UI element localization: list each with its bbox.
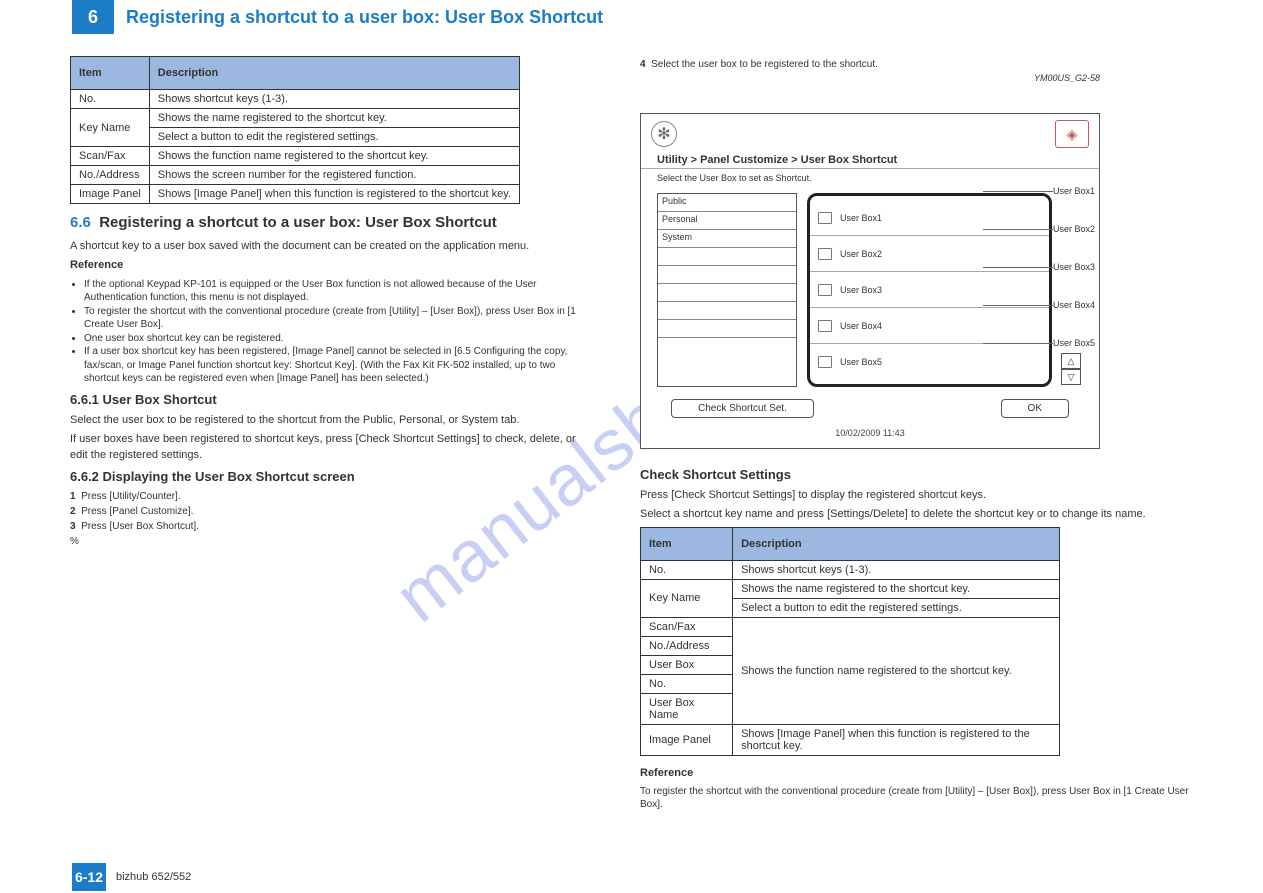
section-6-6-heading: 6.6 Registering a shortcut to a user box… [70, 214, 590, 231]
panel-tagline: Select the User Box to set as Shortcut. [641, 169, 1099, 187]
callout: User Box5 [1053, 324, 1193, 362]
box-type-list[interactable]: Public Personal System [657, 193, 797, 387]
reference-label-right: Reference [640, 766, 1190, 781]
reference-text-right: To register the shortcut with the conven… [640, 785, 1190, 811]
table-row: No.Shows shortcut keys (1-3). [641, 560, 1060, 579]
figure-memo: YM00US_G2-58 [640, 73, 1190, 83]
folder-icon [818, 284, 832, 296]
list-item[interactable]: System [658, 230, 796, 248]
page-header: 6 Registering a shortcut to a user box: … [72, 0, 1263, 34]
step-1: 1 Press [Utility/Counter]. [70, 490, 590, 503]
folder-icon [818, 212, 832, 224]
reference-label: Reference [70, 258, 590, 273]
list-item[interactable] [658, 302, 796, 320]
callout: User Box4 [1053, 286, 1193, 324]
panel-timestamp: 10/02/2009 11:43 [641, 424, 1099, 438]
list-item: One user box shortcut key can be registe… [84, 332, 590, 346]
folder-row[interactable]: User Box1 [810, 200, 1049, 236]
th-item: Item [71, 57, 150, 90]
callout: User Box2 [1053, 210, 1193, 248]
subsection-6-6-1: 6.6.1 User Box Shortcut [70, 392, 590, 407]
footer-page-number: 6-12 [72, 863, 106, 891]
table-row: Key NameShows the name registered to the… [641, 579, 1060, 598]
star-icon: ✻ [651, 121, 677, 147]
subsection-p1: Select the user box to be registered to … [70, 413, 590, 428]
step-3: 3 Press [User Box Shortcut]. [70, 520, 590, 533]
subsection-6-6-2: 6.6.2 Displaying the User Box Shortcut s… [70, 469, 590, 484]
list-item[interactable] [658, 284, 796, 302]
table-row: Scan/FaxShows the function name register… [71, 147, 520, 166]
section-number-box: 6 [72, 0, 114, 34]
callout-group: User Box1 User Box2 User Box3 User Box4 … [1053, 172, 1193, 362]
folder-row[interactable]: User Box4 [810, 308, 1049, 344]
table-row: Key NameShows the name registered to the… [71, 109, 520, 128]
folder-list: User Box1 User Box2 User Box3 User Box4 … [807, 193, 1052, 387]
subsection-p2: If user boxes have been registered to sh… [70, 432, 590, 463]
callout: User Box1 [1053, 172, 1193, 210]
folder-icon [818, 248, 832, 260]
cube-icon[interactable]: ◈ [1055, 120, 1089, 148]
table-row: Scan/FaxShows the function name register… [641, 617, 1060, 636]
table-row: No.Shows shortcut keys (1-3). [71, 90, 520, 109]
check-shortcut-button[interactable]: Check Shortcut Set. [671, 399, 814, 418]
table-row: Image PanelShows [Image Panel] when this… [641, 724, 1060, 755]
check-p1: Press [Check Shortcut Settings] to displ… [640, 488, 1190, 503]
panel-breadcrumb: Utility > Panel Customize > User Box Sho… [641, 154, 1099, 169]
check-p2: Select a shortcut key name and press [Se… [640, 507, 1190, 522]
list-item[interactable] [658, 320, 796, 338]
folder-icon [818, 320, 832, 332]
list-item[interactable]: Public [658, 194, 796, 212]
th-desc: Description [733, 527, 1060, 560]
step-4: 4 Select the user box to be registered t… [640, 58, 1190, 71]
table-row: No./AddressShows the screen number for t… [71, 166, 520, 185]
folder-row[interactable]: User Box5 [810, 344, 1049, 380]
reference-list: If the optional Keypad KP-101 is equippe… [84, 278, 590, 386]
arrow-hint: % [70, 535, 590, 548]
header-title: Registering a shortcut to a user box: Us… [126, 7, 603, 28]
list-item[interactable] [658, 266, 796, 284]
step-2: 2 Press [Panel Customize]. [70, 505, 590, 518]
shortcut-table-right: ItemDescription No.Shows shortcut keys (… [640, 527, 1060, 756]
footer-product: bizhub 652/552 [116, 871, 191, 883]
table-row: Image PanelShows [Image Panel] when this… [71, 185, 520, 204]
check-shortcut-heading: Check Shortcut Settings [640, 467, 1190, 482]
list-item[interactable] [658, 248, 796, 266]
device-panel: ✻ ◈ Utility > Panel Customize > User Box… [640, 113, 1100, 449]
list-item: If a user box shortcut key has been regi… [84, 345, 590, 386]
th-item: Item [641, 527, 733, 560]
callout: User Box3 [1053, 248, 1193, 286]
th-desc: Description [149, 57, 519, 90]
folder-icon [818, 356, 832, 368]
section-intro: A shortcut key to a user box saved with … [70, 239, 590, 254]
page-footer: 6-12 bizhub 652/552 [72, 863, 191, 891]
list-item: If the optional Keypad KP-101 is equippe… [84, 278, 590, 305]
folder-row[interactable]: User Box3 [810, 272, 1049, 308]
scroll-down-button[interactable]: ▽ [1061, 369, 1081, 385]
list-item[interactable]: Personal [658, 212, 796, 230]
list-item[interactable] [658, 338, 796, 356]
ok-button[interactable]: OK [1001, 399, 1069, 418]
list-item: To register the shortcut with the conven… [84, 305, 590, 332]
shortcut-table-left: ItemDescription No.Shows shortcut keys (… [70, 56, 520, 204]
